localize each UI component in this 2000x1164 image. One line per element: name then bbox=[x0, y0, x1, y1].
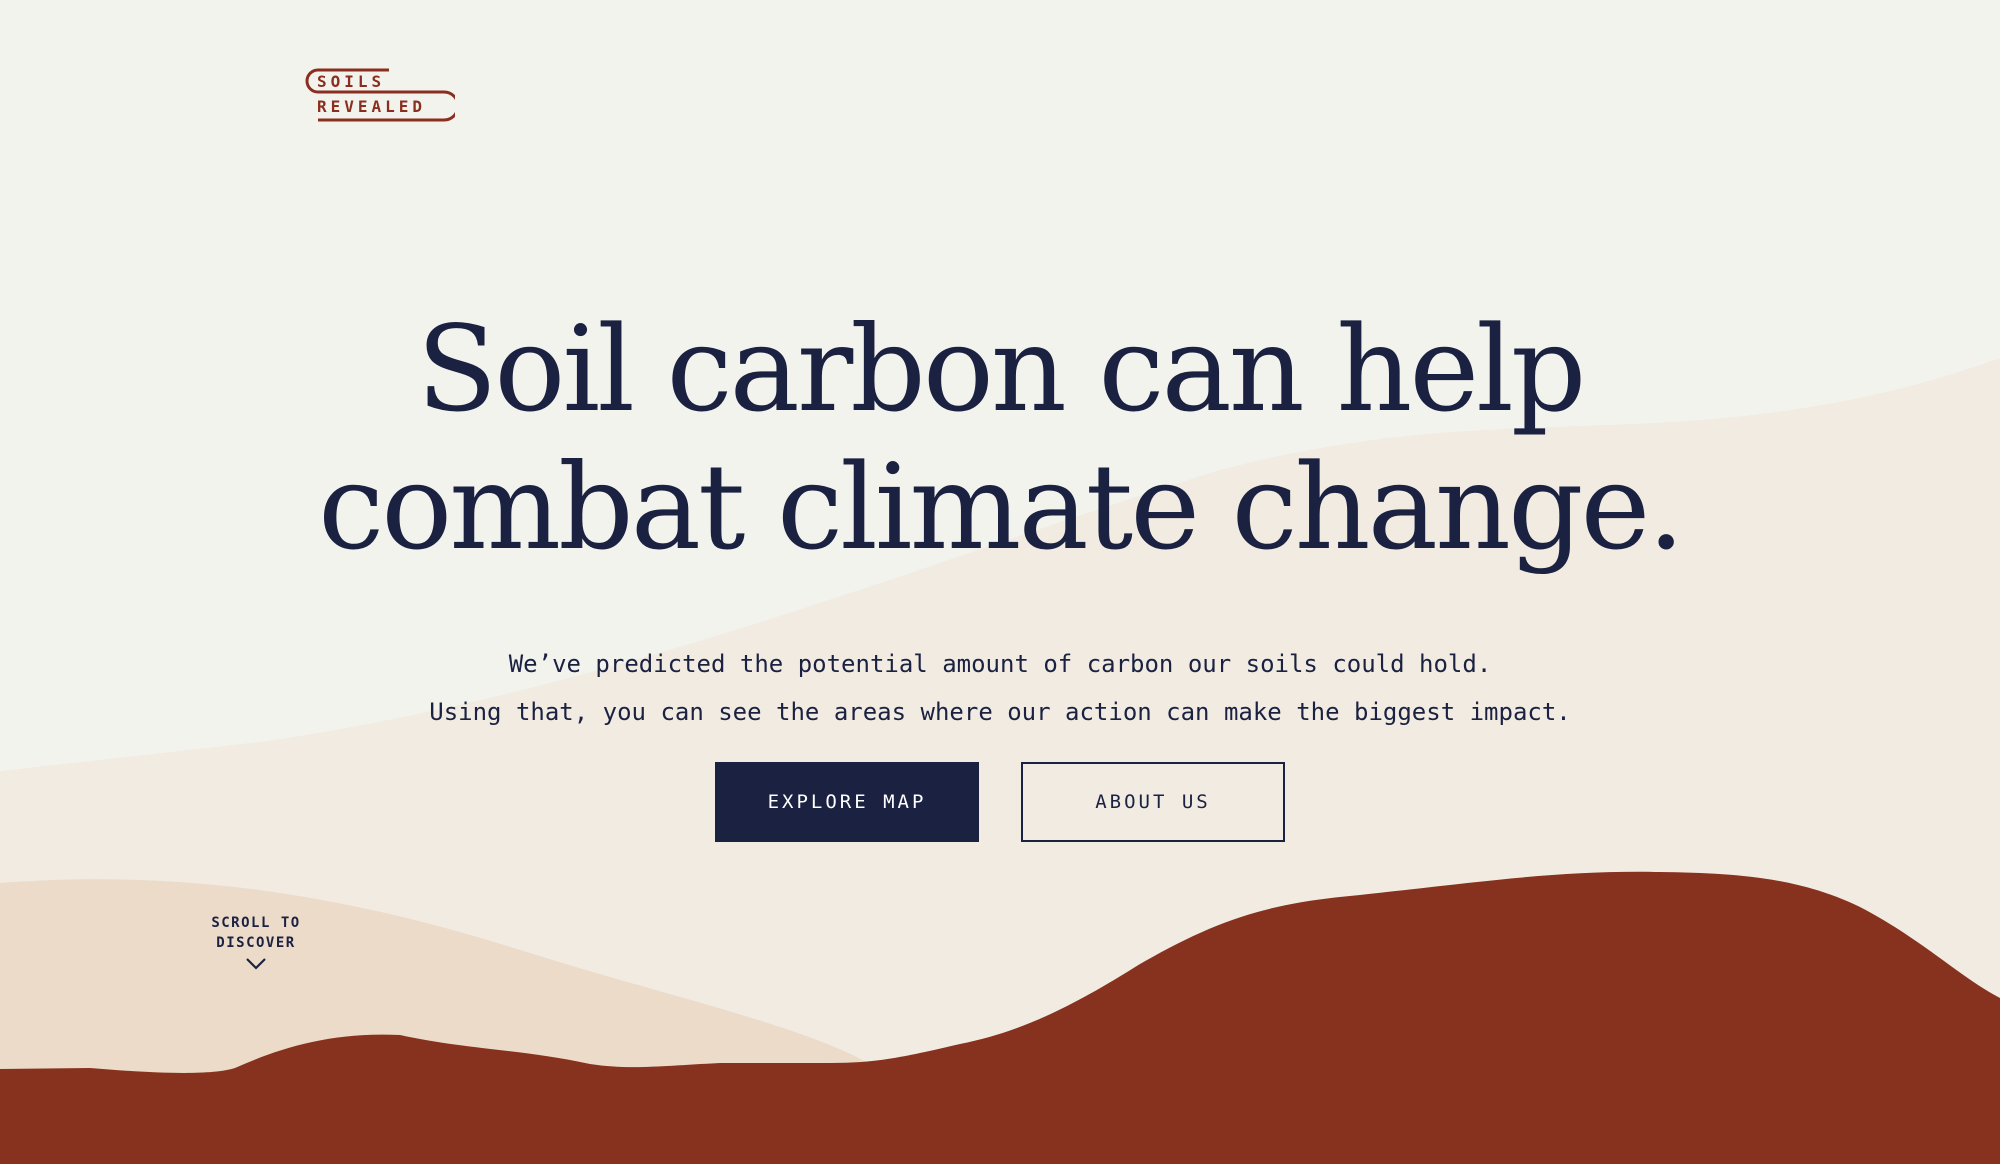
headline-line-1: Soil carbon can help bbox=[416, 300, 1587, 438]
about-us-button[interactable]: ABOUT US bbox=[1021, 762, 1285, 842]
headline-line-2: combat climate change. bbox=[318, 438, 1685, 576]
logo-line-revealed: REVEALED bbox=[317, 97, 426, 116]
chevron-down-icon bbox=[246, 958, 266, 970]
scroll-label-line-2: DISCOVER bbox=[216, 935, 296, 951]
explore-map-button[interactable]: EXPLORE MAP bbox=[715, 762, 979, 842]
logo-mark: SOILS REVEALED bbox=[305, 68, 455, 122]
logo-line-soils: SOILS bbox=[317, 72, 385, 91]
scroll-label-line-1: SCROLL TO bbox=[211, 915, 301, 931]
hero-actions: EXPLORE MAP ABOUT US bbox=[715, 762, 1285, 842]
scroll-to-discover[interactable]: SCROLL TO DISCOVER bbox=[196, 913, 316, 971]
subtitle-line-1: We’ve predicted the potential amount of … bbox=[508, 650, 1492, 678]
background-landscape bbox=[0, 358, 2000, 1164]
hero-headline: Soil carbon can help combat climate chan… bbox=[300, 300, 1700, 576]
hero-subtitle: We’ve predicted the potential amount of … bbox=[300, 640, 1700, 736]
subtitle-line-2: Using that, you can see the areas where … bbox=[429, 698, 1571, 726]
soils-revealed-logo[interactable]: SOILS REVEALED bbox=[301, 68, 455, 124]
